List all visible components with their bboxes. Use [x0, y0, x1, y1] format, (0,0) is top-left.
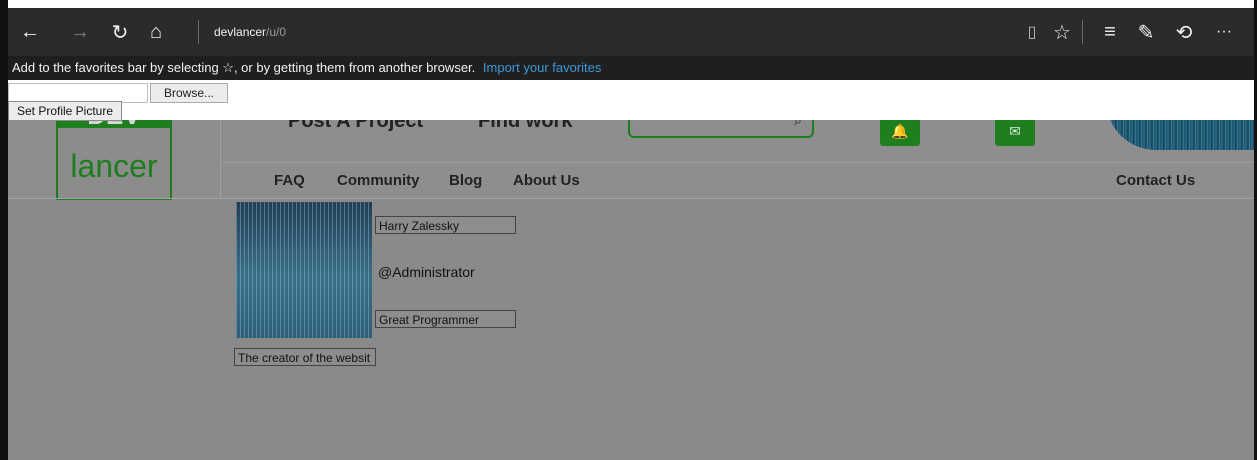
back-arrow-icon[interactable]: ←: [14, 8, 46, 56]
window-edge-left: [0, 0, 8, 460]
web-note-icon[interactable]: ✎: [1130, 8, 1162, 56]
favorite-star-icon[interactable]: ☆: [1046, 8, 1078, 56]
profile-handle: @Administrator: [378, 264, 475, 280]
home-icon[interactable]: ⌂: [140, 8, 172, 56]
more-icon[interactable]: ···: [1208, 8, 1240, 56]
import-favorites-link[interactable]: Import your favorites: [483, 60, 602, 75]
profile-bio-field[interactable]: The creator of the websit: [234, 348, 376, 366]
favorites-bar-notice: Add to the favorites bar by selecting ☆,…: [8, 56, 1254, 80]
header-divider-mid: [220, 162, 1254, 163]
nav-blog[interactable]: Blog: [449, 172, 482, 189]
forward-arrow-icon[interactable]: →: [64, 8, 96, 56]
file-path-input[interactable]: [8, 83, 148, 103]
mail-icon: ✉: [1009, 122, 1021, 139]
favorites-message: Add to the favorites bar by selecting ☆,…: [12, 60, 476, 75]
nav-community[interactable]: Community: [337, 172, 420, 189]
profile-avatar: [236, 202, 372, 338]
bell-icon: 🔔: [891, 122, 909, 139]
address-path: /u/0: [266, 25, 287, 39]
header-divider-bottom: [8, 198, 1254, 199]
browser-toolbar: ← → ↻ ⌂ devlancer/u/0 ▯ ☆ ≡ ✎ ⟲ ···: [8, 8, 1254, 56]
browse-button[interactable]: Browse...: [150, 83, 228, 103]
notifications-button[interactable]: 🔔: [880, 116, 920, 146]
nav-about-us[interactable]: About Us: [513, 172, 580, 189]
messages-button[interactable]: ✉: [995, 116, 1035, 146]
browser-window: ← → ↻ ⌂ devlancer/u/0 ▯ ☆ ≡ ✎ ⟲ ··· Add …: [0, 0, 1257, 460]
nav-faq[interactable]: FAQ: [274, 172, 305, 189]
nav-contact-us[interactable]: Contact Us: [1116, 172, 1195, 189]
page-viewport: DEV lancer Post A Project Find work ⌕ 🔔 …: [8, 80, 1254, 460]
refresh-icon[interactable]: ↻: [104, 8, 136, 56]
set-profile-picture-button[interactable]: Set Profile Picture: [8, 101, 122, 121]
logo-text: lancer: [70, 148, 158, 184]
upload-controls: Browse... Set Profile Picture: [8, 80, 1254, 121]
profile-name-field[interactable]: Harry Zalessky: [375, 216, 516, 234]
header-divider-vertical: [220, 108, 221, 198]
hub-icon[interactable]: ≡: [1094, 8, 1126, 56]
reading-view-icon[interactable]: ▯: [1016, 8, 1048, 56]
toolbar-separator: [1082, 20, 1083, 44]
address-bar[interactable]: devlancer/u/0: [214, 22, 286, 42]
toolbar-separator: [198, 20, 199, 44]
address-host: devlancer: [214, 25, 267, 39]
profile-title-field[interactable]: Great Programmer: [375, 310, 516, 328]
share-icon[interactable]: ⟲: [1168, 8, 1200, 56]
